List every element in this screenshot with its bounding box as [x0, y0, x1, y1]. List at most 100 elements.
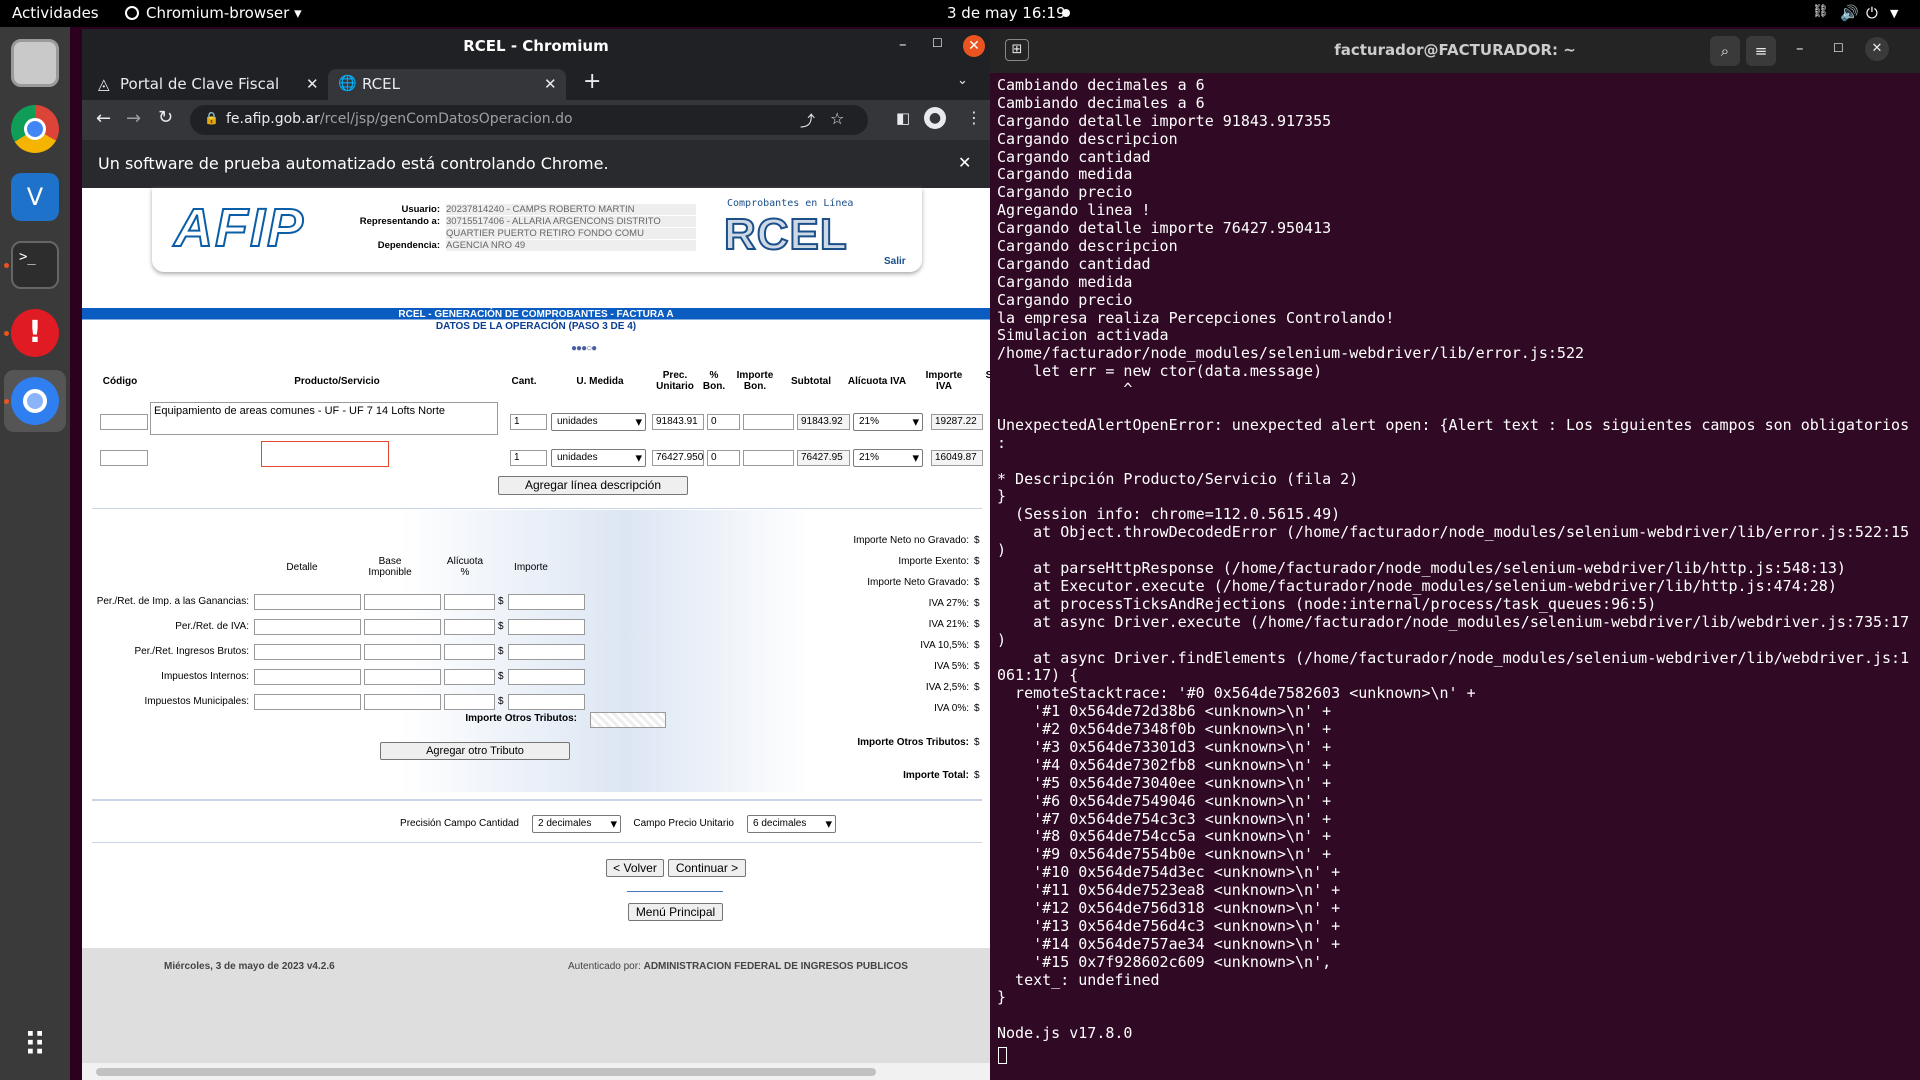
- chromium-icon[interactable]: [11, 377, 59, 425]
- terminal-line: Cargando descripcion: [997, 237, 1178, 256]
- codigo-input[interactable]: [100, 414, 148, 430]
- scrollbar-thumb[interactable]: [96, 1068, 876, 1076]
- profile-icon[interactable]: ●: [924, 107, 946, 129]
- tributo-label: Impuestos Internos:: [161, 671, 249, 682]
- terminal-output[interactable]: Cambiando decimales a 6 Cambiando decimal…: [997, 77, 1917, 1077]
- terminal-line: Cargando medida: [997, 272, 1133, 291]
- back-icon[interactable]: ←: [96, 108, 111, 129]
- alicuota-select[interactable]: 21%: [853, 449, 923, 467]
- files-icon[interactable]: [11, 39, 59, 87]
- medida-select[interactable]: unidades: [551, 413, 646, 431]
- tributo-detalle-input[interactable]: [254, 644, 361, 660]
- apps-grid-icon[interactable]: ⠿: [11, 1023, 59, 1071]
- precision-precio-select[interactable]: 6 decimales: [747, 815, 836, 833]
- minimize-icon[interactable]: –: [1796, 39, 1804, 57]
- cantidad-input[interactable]: 1: [510, 450, 547, 466]
- volume-icon[interactable]: 🔊: [1840, 4, 1859, 22]
- tributo-alicuota-input[interactable]: [444, 669, 495, 685]
- volver-button[interactable]: < Volver: [606, 859, 664, 877]
- clock[interactable]: 3 de may 16:19: [947, 4, 1066, 22]
- url-path: /rcel/jsp/genComDatosOperacion.do: [319, 111, 573, 127]
- tab-label: Portal de Clave Fiscal: [120, 75, 280, 93]
- terminal-line: '#10 0x564de754d3ec <unknown>\n' +: [997, 863, 1341, 882]
- tributo-base-input[interactable]: [364, 644, 441, 660]
- reload-icon[interactable]: ↻: [158, 107, 173, 128]
- vscode-icon[interactable]: V: [11, 173, 59, 221]
- horizontal-scrollbar[interactable]: [82, 1063, 990, 1080]
- importe-bon-input[interactable]: [743, 450, 794, 466]
- chromium-small-icon: [125, 6, 139, 20]
- bonificacion-input[interactable]: 0: [707, 450, 740, 466]
- precio-input[interactable]: 91843.91: [652, 414, 704, 430]
- close-window-icon[interactable]: ✕: [1865, 37, 1889, 61]
- menu-kebab-icon[interactable]: ⋮: [966, 108, 982, 127]
- bookmark-star-icon[interactable]: ☆: [830, 109, 844, 128]
- bonificacion-input[interactable]: 0: [707, 414, 740, 430]
- tributo-detalle-input[interactable]: [254, 669, 361, 685]
- system-menu-chevron-icon[interactable]: ▼: [1890, 7, 1898, 20]
- medida-select[interactable]: unidades: [551, 449, 646, 467]
- network-icon[interactable]: ⛓: [1812, 4, 1829, 19]
- tributo-importe-input[interactable]: [508, 594, 585, 610]
- tributo-importe-input[interactable]: [508, 619, 585, 635]
- chrome-icon[interactable]: [11, 105, 59, 153]
- hamburger-menu-icon[interactable]: ≡: [1746, 36, 1776, 66]
- side-panel-icon[interactable]: ◧: [896, 109, 910, 127]
- tributo-importe-input[interactable]: [508, 694, 585, 710]
- tab-close-icon[interactable]: ✕: [306, 75, 319, 93]
- descripcion-textarea-required[interactable]: [261, 441, 389, 467]
- tributo-alicuota-input[interactable]: [444, 644, 495, 660]
- lock-icon[interactable]: 🔒: [204, 111, 219, 125]
- precision-cantidad-select[interactable]: 2 decimales: [532, 815, 621, 833]
- menu-principal-button[interactable]: Menú Principal: [628, 903, 723, 921]
- total-row-label: IVA 0%:: [934, 703, 969, 714]
- alicuota-select[interactable]: 21%: [853, 413, 923, 431]
- tributo-base-input[interactable]: [364, 694, 441, 710]
- activities-button[interactable]: Actividades: [12, 4, 99, 22]
- forward-icon[interactable]: →: [126, 108, 141, 129]
- terminal-line: '#7 0x564de754c3c3 <unknown>\n' +: [997, 809, 1332, 828]
- close-window-icon[interactable]: ✕: [963, 35, 985, 57]
- descripcion-textarea[interactable]: Equipamiento de areas comunes - UF - UF …: [150, 402, 498, 435]
- power-icon[interactable]: ⏻: [1866, 4, 1878, 22]
- add-line-button[interactable]: Agregar línea descripción: [498, 476, 688, 495]
- tributo-detalle-input[interactable]: [254, 694, 361, 710]
- terminal-icon[interactable]: >_: [11, 241, 59, 289]
- tributo-detalle-input[interactable]: [254, 619, 361, 635]
- maximize-icon[interactable]: ☐: [1833, 41, 1844, 55]
- col-alicuota: Alícuota IVA: [847, 376, 907, 387]
- minimize-icon[interactable]: –: [899, 35, 907, 53]
- new-tab-icon[interactable]: +: [583, 69, 601, 94]
- address-bar[interactable]: 🔒 fe.afip.gob.ar/rcel/jsp/genComDatosOpe…: [190, 105, 868, 135]
- update-icon[interactable]: !: [11, 309, 59, 357]
- salir-link[interactable]: Salir: [884, 256, 906, 267]
- app-menu[interactable]: Chromium-browser ▾: [146, 4, 302, 22]
- tributo-detalle-input[interactable]: [254, 594, 361, 610]
- share-icon[interactable]: ⤴: [800, 110, 815, 131]
- codigo-input[interactable]: [100, 450, 148, 466]
- add-tributo-button[interactable]: Agregar otro Tributo: [380, 742, 570, 760]
- continuar-button[interactable]: Continuar >: [668, 859, 746, 877]
- automation-infobar: Un software de prueba automatizado está …: [82, 140, 990, 188]
- tab-close-icon[interactable]: ✕: [544, 75, 557, 93]
- tab-portal[interactable]: ◬ Portal de Clave Fiscal ✕: [88, 69, 326, 100]
- importe-bon-input[interactable]: [743, 414, 794, 430]
- tributo-alicuota-input[interactable]: [444, 694, 495, 710]
- infobar-close-icon[interactable]: ✕: [958, 153, 971, 172]
- tributo-base-input[interactable]: [364, 669, 441, 685]
- tributo-importe-input[interactable]: [508, 669, 585, 685]
- tab-search-chevron-icon[interactable]: ⌄: [957, 73, 968, 88]
- tributo-base-input[interactable]: [364, 594, 441, 610]
- tab-rcel[interactable]: 🌐 RCEL ✕: [328, 69, 566, 100]
- tributo-base-input[interactable]: [364, 619, 441, 635]
- tributo-alicuota-input[interactable]: [444, 619, 495, 635]
- maximize-icon[interactable]: ☐: [932, 36, 943, 50]
- tributo-alicuota-input[interactable]: [444, 594, 495, 610]
- precio-input[interactable]: 76427.950: [652, 450, 704, 466]
- cantidad-input[interactable]: 1: [510, 414, 547, 430]
- divider: [92, 508, 982, 509]
- search-icon[interactable]: ⌕: [1710, 36, 1740, 66]
- terminal-line: at async Driver.execute (/home/facturado…: [997, 612, 1910, 631]
- tributo-importe-input[interactable]: [508, 644, 585, 660]
- otros-tributos-field: [590, 712, 666, 728]
